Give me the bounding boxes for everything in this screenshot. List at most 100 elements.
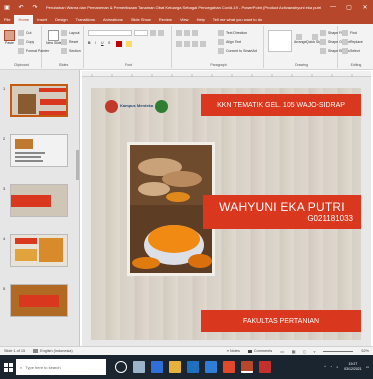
header-text: KKN TEMATIK GEL. 105 WAJO-SIDRAP xyxy=(217,101,345,109)
start-button[interactable] xyxy=(0,355,16,379)
italic-button[interactable]: I xyxy=(95,41,96,45)
slide-1[interactable]: Kampus Merdeka KKN TEMATIK GEL. 105 WAJO… xyxy=(91,88,361,340)
tab-insert[interactable]: Insert xyxy=(33,15,51,24)
notes-icon: ≡ xyxy=(226,349,229,353)
cut-button[interactable]: Cut xyxy=(18,30,31,36)
slide-thumbnail-4[interactable] xyxy=(10,234,68,267)
find-button[interactable]: Find xyxy=(342,30,357,36)
zoom-level[interactable]: 52% xyxy=(357,349,373,353)
align-text-button[interactable]: Align Text xyxy=(218,39,241,45)
grow-font-icon[interactable] xyxy=(150,30,158,36)
slide-sorter-button[interactable]: ▦ xyxy=(288,349,300,354)
thumb-number-3: 3 xyxy=(3,186,6,191)
word-icon[interactable] xyxy=(205,361,217,373)
copy-button[interactable]: Copy xyxy=(18,39,34,45)
volume-icon[interactable]: ◖ xyxy=(336,365,338,369)
font-size-box[interactable] xyxy=(134,30,148,36)
tab-review[interactable]: Review xyxy=(155,15,176,24)
search-icon: ⌕ xyxy=(20,364,23,370)
header-banner[interactable]: KKN TEMATIK GEL. 105 WAJO-SIDRAP xyxy=(201,94,361,116)
indent-icon[interactable] xyxy=(192,30,200,36)
reading-view-button[interactable]: ▯ xyxy=(299,349,309,354)
tell-me-box[interactable]: Tell me what you want to do xyxy=(209,15,266,24)
comments-button[interactable]: Comments xyxy=(244,349,276,353)
clock[interactable]: 19:27 03/12/2021 xyxy=(344,362,362,372)
clipboard-group-label: Clipboard xyxy=(14,63,29,67)
layout-button[interactable]: Layout xyxy=(61,30,80,36)
close-button[interactable]: ✕ xyxy=(357,0,373,14)
tab-slide-show[interactable]: Slide Show xyxy=(127,15,155,24)
slideshow-button[interactable]: ▿ xyxy=(309,349,319,354)
chrome-icon[interactable] xyxy=(223,361,235,373)
justify-icon[interactable] xyxy=(200,41,208,47)
tab-home[interactable]: Home xyxy=(14,15,34,24)
font-color-icon[interactable] xyxy=(116,41,124,47)
notifications-icon[interactable]: ▭ xyxy=(366,365,369,369)
search-icon xyxy=(342,30,348,36)
highlight-icon[interactable] xyxy=(126,41,134,47)
paste-button[interactable]: Paste xyxy=(4,30,15,45)
tab-file[interactable]: File xyxy=(0,15,14,24)
strikethrough-button[interactable]: S xyxy=(108,41,110,45)
file-explorer-icon[interactable] xyxy=(169,361,181,373)
language-indicator[interactable]: English (Indonesia) xyxy=(29,349,77,353)
slide-thumbnail-3[interactable] xyxy=(10,184,68,217)
logos: Kampus Merdeka xyxy=(105,96,185,116)
network-icon[interactable]: ◔ xyxy=(330,365,332,369)
turmeric-photo[interactable] xyxy=(127,142,215,276)
tab-animations[interactable]: Animations xyxy=(99,15,127,24)
new-slide-button[interactable]: New Slide xyxy=(46,30,62,45)
font-name-box[interactable] xyxy=(88,30,132,36)
minimize-button[interactable]: — xyxy=(325,0,341,14)
reset-button[interactable]: Reset xyxy=(61,39,78,45)
normal-view-button[interactable]: ▭ xyxy=(276,349,288,354)
bold-button[interactable]: B xyxy=(88,41,91,45)
notes-button[interactable]: ≡ Notes xyxy=(223,349,244,353)
task-view-icon[interactable] xyxy=(133,361,145,373)
save-icon[interactable]: ▣ xyxy=(3,3,11,11)
shapes-gallery[interactable] xyxy=(268,30,292,52)
user-name[interactable]: wahyuni eka putri xyxy=(290,5,321,10)
thumb-number-2: 2 xyxy=(3,136,6,141)
pdf-icon[interactable] xyxy=(259,361,271,373)
thumbnails-scrollbar[interactable] xyxy=(76,150,79,180)
maximize-button[interactable]: ▢ xyxy=(341,0,357,14)
slide-thumbnail-2[interactable] xyxy=(10,134,68,167)
undo-icon[interactable]: ↶ xyxy=(17,3,25,11)
footer-banner[interactable]: FAKULTAS PERTANIAN xyxy=(201,310,361,332)
slide-thumbnail-5[interactable] xyxy=(10,284,68,317)
clock-date: 03/12/2021 xyxy=(344,367,362,371)
store-icon[interactable] xyxy=(187,361,199,373)
new-slide-icon xyxy=(48,30,60,41)
editing-group-label: Editing xyxy=(350,63,362,67)
replace-button[interactable]: Replace xyxy=(342,39,363,45)
smartart-button[interactable]: Convert to SmartArt xyxy=(218,48,257,54)
thumb-number-5: 5 xyxy=(3,286,6,291)
align-left-icon[interactable] xyxy=(176,41,184,47)
numbering-icon[interactable] xyxy=(184,30,192,36)
tab-view[interactable]: View xyxy=(176,15,193,24)
edge-icon[interactable] xyxy=(151,361,163,373)
arrange-button[interactable]: Arrange xyxy=(294,34,306,44)
chevron-up-icon[interactable]: ^ xyxy=(324,365,326,369)
align-center-icon[interactable] xyxy=(184,41,192,47)
zoom-slider[interactable] xyxy=(319,350,357,352)
shrink-font-icon[interactable] xyxy=(158,30,166,36)
powerpoint-window: ▣ ↶ ↷ Perubahan Warna dan Pemanenan & Pe… xyxy=(0,0,373,379)
bullets-icon[interactable] xyxy=(176,30,184,36)
align-right-icon[interactable] xyxy=(192,41,200,47)
text-direction-button[interactable]: Text Direction xyxy=(218,30,247,36)
tab-transitions[interactable]: Transitions xyxy=(72,15,99,24)
powerpoint-icon[interactable] xyxy=(241,361,253,373)
tab-design[interactable]: Design xyxy=(51,15,71,24)
slide-thumbnail-1[interactable] xyxy=(10,84,68,117)
name-banner[interactable]: WAHYUNI EKA PUTRI G021181033 xyxy=(203,195,361,229)
tab-help[interactable]: Help xyxy=(193,15,209,24)
cortana-icon[interactable] xyxy=(115,361,127,373)
taskbar-search[interactable]: ⌕ Type here to search xyxy=(16,359,106,375)
underline-button[interactable]: U xyxy=(101,41,104,45)
status-bar: Slide 1 of 15 English (Indonesia) ≡ Notes… xyxy=(0,346,373,355)
section-button[interactable]: Section xyxy=(61,48,81,54)
select-button[interactable]: Select xyxy=(342,48,360,54)
redo-icon[interactable]: ↷ xyxy=(31,3,39,11)
